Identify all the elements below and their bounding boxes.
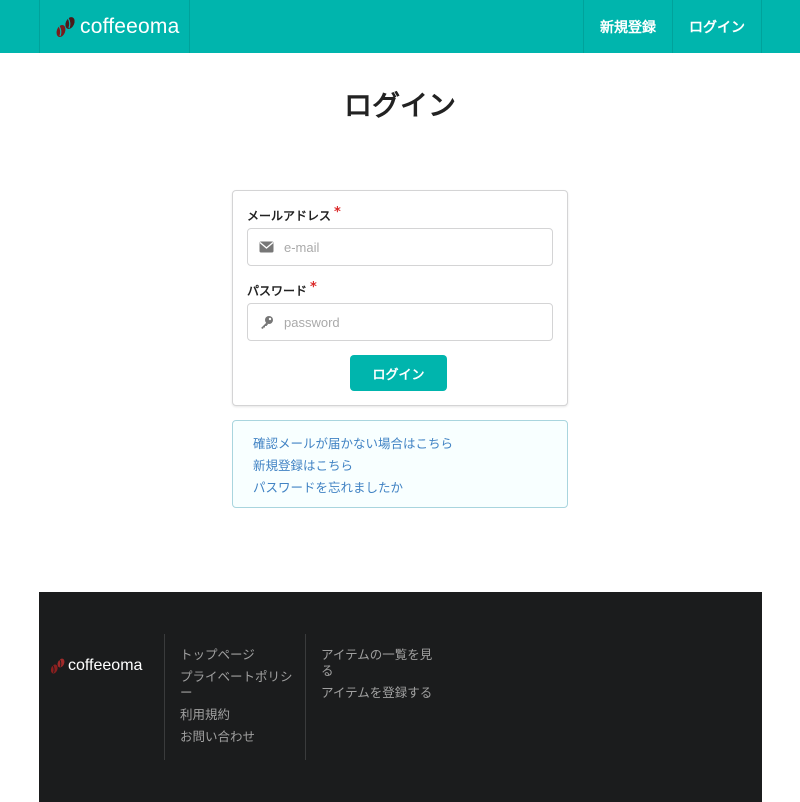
page-title: ログイン [343,89,456,122]
footer-link-top-page[interactable]: トップページ [180,647,298,663]
footer-links-column-2: アイテムの一覧を見る アイテムを登録する [321,647,439,707]
password-input-wrapper [247,303,553,341]
footer-brand[interactable]: coffeeoma [49,656,142,676]
footer-links-column-1: トップページ プライベートポリシー 利用規約 お問い合わせ [180,647,298,751]
email-input-wrapper [247,228,553,266]
email-field-label: メールアドレス * [247,205,341,224]
coffee-beans-icon [50,658,65,674]
navbar-inner: coffeeoma 新規登録 ログイン [39,0,762,53]
brand-logo-link[interactable]: coffeeoma [39,0,190,53]
password-input[interactable] [284,305,544,339]
signup-link[interactable]: 新規登録はこちら [253,455,567,477]
resend-confirmation-link[interactable]: 確認メールが届かない場合はこちら [253,433,567,455]
email-label-text: メールアドレス [247,209,332,223]
coffee-beans-icon [56,16,75,37]
nav-signup-link[interactable]: 新規登録 [584,0,673,53]
footer-link-contact[interactable]: お問い合わせ [180,729,298,745]
email-input[interactable] [284,230,544,264]
footer-brand-name: coffeeoma [68,657,143,674]
password-label-text: パスワード [247,284,308,298]
nav-login-link[interactable]: ログイン [673,0,762,53]
login-form: メールアドレス* パスワード* ログイン [232,190,568,406]
footer-link-terms[interactable]: 利用規約 [180,707,298,723]
auth-links-box: 確認メールが届かない場合はこちら 新規登録はこちら パスワードを忘れましたか [232,420,568,508]
footer-link-register-item[interactable]: アイテムを登録する [321,685,439,701]
login-submit-button[interactable]: ログイン [350,355,447,391]
footer-divider [305,634,306,760]
required-asterisk: * [310,280,317,295]
footer-link-item-list[interactable]: アイテムの一覧を見る [321,647,439,679]
brand-name: coffeeoma [80,14,180,38]
top-navbar: coffeeoma 新規登録 ログイン [0,0,800,53]
required-asterisk: * [334,205,341,220]
password-field-label: パスワード * [247,280,317,299]
nav-right: 新規登録 ログイン [583,0,762,53]
envelope-icon [248,229,284,265]
forgot-password-link[interactable]: パスワードを忘れましたか [253,477,567,499]
footer-link-privacy-policy[interactable]: プライベートポリシー [180,669,298,701]
key-icon [248,304,284,340]
footer-divider [164,634,165,760]
footer: coffeeoma トップページ プライベートポリシー 利用規約 お問い合わせ … [39,592,762,802]
